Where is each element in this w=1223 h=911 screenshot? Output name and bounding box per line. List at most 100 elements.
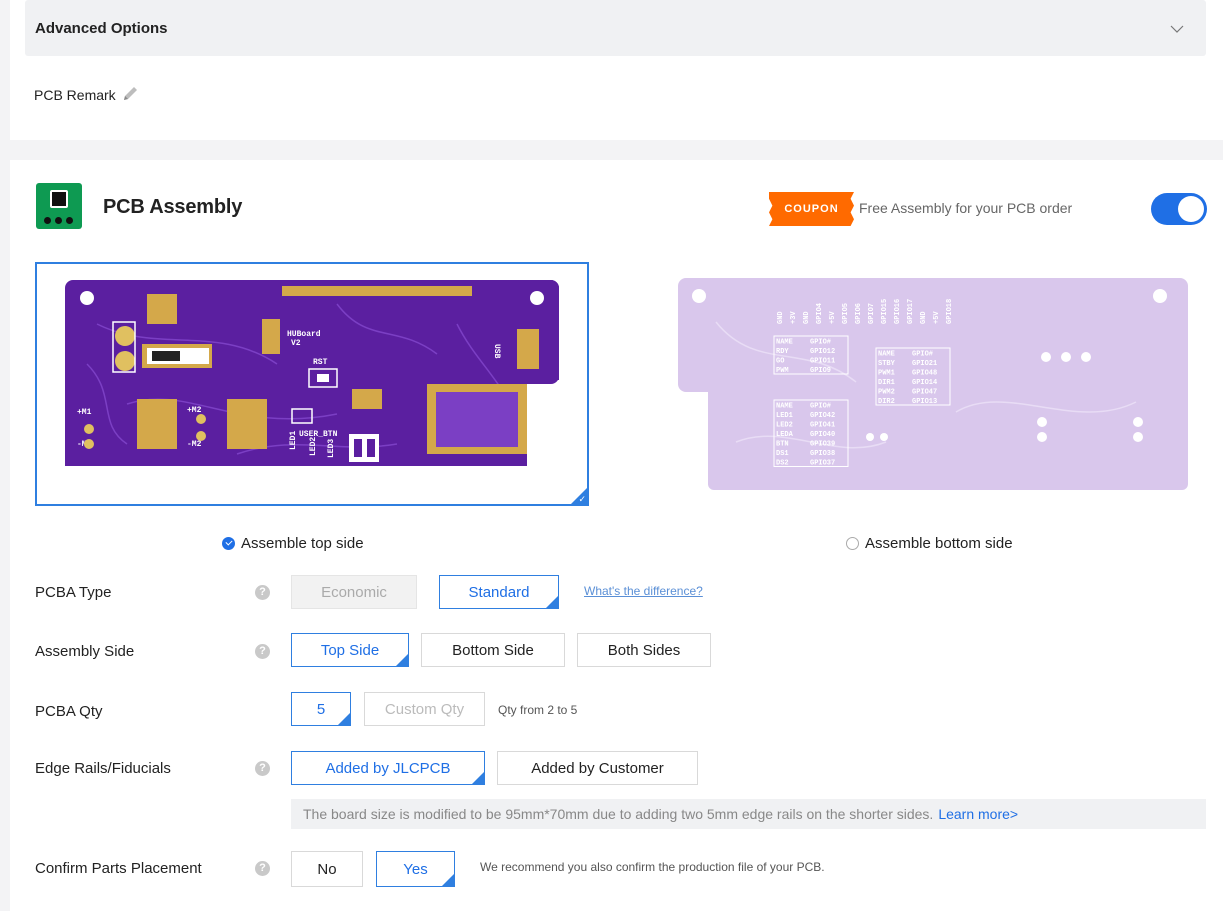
gpio-table-3-name: NAME bbox=[878, 351, 895, 359]
learn-more-link[interactable]: Learn more> bbox=[938, 806, 1018, 822]
header-pin-label: +3V bbox=[790, 311, 798, 324]
pencil-icon[interactable] bbox=[122, 84, 140, 105]
help-icon[interactable]: ? bbox=[255, 861, 270, 876]
gpio-table-1-gpio: GPIO9 bbox=[810, 367, 831, 375]
header-pin-label: GPIO6 bbox=[855, 303, 863, 324]
pcb-label-led1: LED1 bbox=[289, 431, 298, 450]
economic-button[interactable]: Economic bbox=[291, 575, 417, 609]
gpio-table-2-gpio: GPIO40 bbox=[810, 431, 835, 439]
pcba-qty-label: PCBA Qty bbox=[35, 703, 103, 720]
gpio-table-3-gpio: GPIO47 bbox=[912, 389, 937, 397]
pcb-label-hub: HUBoard bbox=[287, 330, 321, 339]
edge-rails-info-text: The board size is modified to be 95mm*70… bbox=[303, 806, 934, 822]
gpio-table-1-gpio: GPIO12 bbox=[810, 348, 835, 356]
gpio-table-2-name: DS1 bbox=[776, 450, 789, 458]
edge-rails-label: Edge Rails/Fiducials bbox=[35, 760, 171, 777]
board-top-preview[interactable]: HUBoard V2 RST USER_BTN USB +M1 -M1 +M2 … bbox=[35, 262, 589, 506]
gpio-table-3-name: PWM1 bbox=[878, 370, 895, 378]
header-pin-label: +5V bbox=[829, 311, 837, 324]
pcb-label-usr: USER_BTN bbox=[299, 430, 338, 439]
header-pin-label: GPIO5 bbox=[842, 303, 850, 324]
gpio-table-3-name: DIR1 bbox=[878, 379, 895, 387]
gpio-table-1-name: NAME bbox=[776, 339, 793, 347]
gpio-table-2-name: LEDA bbox=[776, 431, 794, 439]
pcba-type-label: PCBA Type bbox=[35, 584, 112, 601]
gpio-table-3-gpio: GPIO# bbox=[912, 351, 933, 359]
gpio-table-3-gpio: GPIO14 bbox=[912, 379, 937, 387]
header-pin-label: GPIO16 bbox=[894, 299, 902, 324]
assemble-bottom-side-label: Assemble bottom side bbox=[865, 535, 1013, 552]
assemble-top-side-radio[interactable]: Assemble top side bbox=[222, 535, 364, 552]
gpio-table-2-name: DS2 bbox=[776, 460, 789, 468]
header-pin-label: GPIO17 bbox=[907, 299, 915, 324]
advanced-options-header[interactable]: Advanced Options bbox=[25, 0, 1206, 56]
gpio-table-1-name: RDY bbox=[776, 348, 789, 356]
confirm-yes-button[interactable]: Yes bbox=[376, 851, 455, 887]
pcb-label-m1p: +M1 bbox=[77, 408, 92, 417]
advanced-options-title: Advanced Options bbox=[35, 19, 168, 37]
both-sides-button[interactable]: Both Sides bbox=[577, 633, 711, 667]
pcb-remark-label: PCB Remark bbox=[34, 86, 116, 103]
gpio-table-2-gpio: GPIO42 bbox=[810, 412, 835, 420]
gpio-table-1-name: PWM bbox=[776, 367, 789, 375]
added-by-jlcpcb-button[interactable]: Added by JLCPCB bbox=[291, 751, 485, 785]
pcb-label-rst: RST bbox=[313, 358, 328, 367]
whats-the-difference-link[interactable]: What's the difference? bbox=[584, 584, 703, 598]
pcb-assembly-toggle[interactable] bbox=[1151, 193, 1207, 225]
header-pin-label: GPIO15 bbox=[881, 299, 889, 324]
gpio-table-3-gpio: GPIO48 bbox=[912, 370, 937, 378]
header-pin-label: GPIO18 bbox=[946, 299, 954, 324]
help-icon[interactable]: ? bbox=[255, 761, 270, 776]
header-pin-label: GPIO4 bbox=[816, 303, 824, 324]
pcb-assembly-icon bbox=[36, 183, 82, 229]
radio-unchecked-icon[interactable] bbox=[846, 537, 859, 550]
assemble-bottom-side-radio[interactable]: Assemble bottom side bbox=[846, 535, 1013, 552]
coupon-text: Free Assembly for your PCB order bbox=[859, 200, 1073, 216]
gpio-table-1-name: GO bbox=[776, 358, 784, 366]
gpio-table-3-gpio: GPIO13 bbox=[912, 398, 937, 406]
board-bottom-preview[interactable]: GND +3V GND GPIO4 +5V GPIO5 GPIO6 GPIO7 GPIO15 GP… bbox=[656, 262, 1210, 506]
pcb-bottom-render: GND +3V GND GPIO4 +5V GPIO5 GPIO6 GPIO7 GPIO15 GP… bbox=[678, 278, 1188, 490]
pcb-label-usb: USB bbox=[492, 344, 501, 359]
pcb-remark: PCB Remark bbox=[34, 84, 140, 105]
header-pin-label: GND bbox=[920, 311, 928, 324]
added-by-customer-button[interactable]: Added by Customer bbox=[497, 751, 698, 785]
gpio-table-2-gpio: GPIO41 bbox=[810, 422, 835, 430]
confirm-no-button[interactable]: No bbox=[291, 851, 363, 887]
edge-rails-info: The board size is modified to be 95mm*70… bbox=[291, 799, 1206, 829]
pcb-label-m2n: -M2 bbox=[187, 440, 202, 449]
gpio-table-2-gpio: GPIO# bbox=[810, 403, 831, 411]
qty-hint: Qty from 2 to 5 bbox=[498, 703, 578, 717]
standard-button[interactable]: Standard bbox=[439, 575, 559, 609]
gpio-table-2-name: NAME bbox=[776, 403, 793, 411]
gpio-table-3-name: STBY bbox=[878, 360, 896, 368]
assemble-top-side-label: Assemble top side bbox=[241, 535, 364, 552]
gpio-table-2-gpio: GPIO37 bbox=[810, 460, 835, 468]
coupon-badge: COUPON bbox=[769, 192, 854, 226]
gpio-table-3-gpio: GPIO21 bbox=[912, 360, 937, 368]
radio-checked-icon[interactable] bbox=[222, 537, 235, 550]
pcb-label-m2p: +M2 bbox=[187, 406, 202, 415]
gpio-table-1-gpio: GPIO11 bbox=[810, 358, 835, 366]
qty-5-button[interactable]: 5 bbox=[291, 692, 351, 726]
gpio-table-1-gpio: GPIO# bbox=[810, 339, 831, 347]
help-icon[interactable]: ? bbox=[255, 644, 270, 659]
header-pin-label: GND bbox=[777, 311, 785, 324]
gpio-table-2-gpio: GPIO39 bbox=[810, 441, 835, 449]
pcb-label-led3: LED3 bbox=[327, 439, 336, 458]
check-icon: ✓ bbox=[578, 494, 586, 504]
bottom-side-button[interactable]: Bottom Side bbox=[421, 633, 565, 667]
gpio-table-3-name: DIR2 bbox=[878, 398, 895, 406]
gpio-table-2-name: LED2 bbox=[776, 422, 793, 430]
gpio-table-3-name: PWM2 bbox=[878, 389, 895, 397]
top-side-button[interactable]: Top Side bbox=[291, 633, 409, 667]
chevron-down-icon[interactable] bbox=[1170, 21, 1184, 36]
help-icon[interactable]: ? bbox=[255, 585, 270, 600]
custom-qty-input[interactable]: Custom Qty bbox=[364, 692, 485, 726]
gpio-table-2-name: BTN bbox=[776, 441, 789, 449]
pcb-top-render: HUBoard V2 RST USER_BTN USB +M1 -M1 +M2 … bbox=[65, 280, 559, 466]
header-pin-label: GPIO7 bbox=[868, 303, 876, 324]
assembly-side-label: Assembly Side bbox=[35, 643, 135, 660]
pcb-label-led2: LED2 bbox=[309, 437, 318, 456]
gpio-table-2-name: LED1 bbox=[776, 412, 793, 420]
